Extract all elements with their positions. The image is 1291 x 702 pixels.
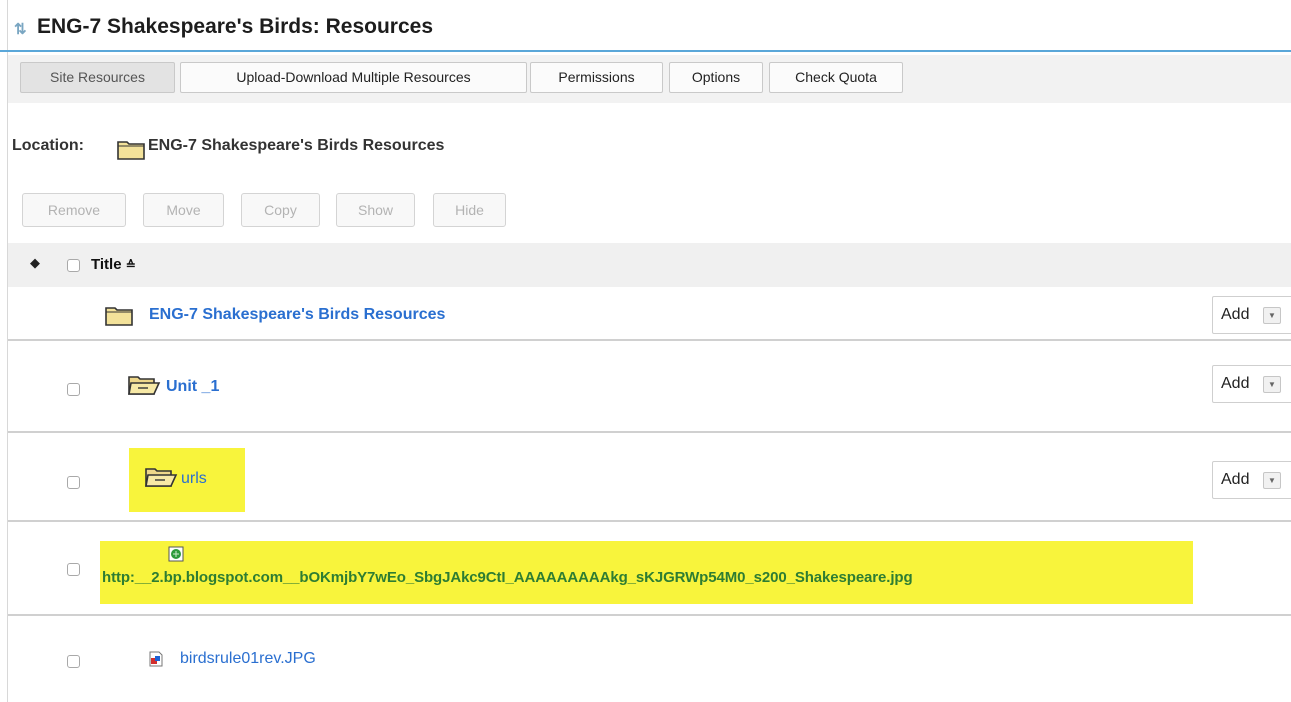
table-row: urls Add ▼: [8, 435, 1291, 522]
add-label: Add: [1221, 471, 1250, 488]
tab-site-resources[interactable]: Site Resources: [20, 62, 175, 93]
sort-toggle-icon[interactable]: ◆: [30, 255, 40, 271]
location-label: Location:: [12, 137, 84, 154]
url-link[interactable]: http:__2.bp.blogspot.com__bOKmjbY7wEo_Sb…: [102, 569, 913, 586]
row-checkbox[interactable]: [67, 563, 80, 576]
show-button[interactable]: Show: [336, 193, 415, 227]
table-row: ENG-7 Shakespeare's Birds Resources Add …: [8, 287, 1291, 341]
sync-arrows-icon[interactable]: ⇅: [14, 20, 27, 38]
table-row: http:__2.bp.blogspot.com__bOKmjbY7wEo_Sb…: [8, 524, 1291, 616]
open-folder-icon: [145, 468, 178, 487]
chevron-down-icon: ▼: [1263, 376, 1281, 393]
add-label: Add: [1221, 375, 1250, 392]
chevron-down-icon: ▼: [1263, 307, 1281, 324]
page-title: ENG-7 Shakespeare's Birds: Resources: [37, 15, 434, 38]
file-link[interactable]: birdsrule01rev.JPG: [180, 650, 316, 668]
location-path: ENG-7 Shakespeare's Birds Resources: [148, 137, 445, 154]
move-button[interactable]: Move: [143, 193, 224, 227]
sort-ascending-icon: ≙: [125, 258, 136, 272]
add-dropdown[interactable]: Add ▼: [1212, 296, 1291, 334]
add-dropdown[interactable]: Add ▼: [1212, 461, 1291, 499]
add-dropdown[interactable]: Add ▼: [1212, 365, 1291, 403]
location-breadcrumb: Location: ENG-7 Shakespeare's Birds Reso…: [12, 137, 444, 160]
add-label: Add: [1221, 306, 1250, 323]
title-column-header[interactable]: Title ≙: [91, 256, 136, 273]
table-row: birdsrule01rev.JPG: [8, 618, 1291, 702]
table-header: ◆ Title ≙: [8, 243, 1291, 287]
open-folder-icon: [128, 376, 161, 395]
tab-permissions[interactable]: Permissions: [530, 62, 663, 93]
tab-upload-download[interactable]: Upload-Download Multiple Resources: [180, 62, 527, 93]
row-checkbox[interactable]: [67, 476, 80, 489]
table-row: Unit _1 Add ▼: [8, 343, 1291, 433]
web-link-icon: [168, 546, 184, 562]
select-all-checkbox[interactable]: [67, 259, 80, 272]
copy-button[interactable]: Copy: [241, 193, 320, 227]
row-checkbox[interactable]: [67, 655, 80, 668]
folder-link[interactable]: ENG-7 Shakespeare's Birds Resources: [149, 306, 445, 324]
tab-check-quota[interactable]: Check Quota: [769, 62, 903, 93]
folder-link[interactable]: urls: [181, 470, 207, 488]
remove-button[interactable]: Remove: [22, 193, 126, 227]
tab-options[interactable]: Options: [669, 62, 763, 93]
hide-button[interactable]: Hide: [433, 193, 506, 227]
tab-bar: Site Resources Upload-Download Multiple …: [8, 55, 1291, 103]
row-checkbox[interactable]: [67, 383, 80, 396]
folder-icon: [117, 141, 145, 160]
folder-link[interactable]: Unit _1: [166, 378, 219, 396]
folder-icon: [105, 307, 133, 326]
page-header: ⇅ ENG-7 Shakespeare's Birds: Resources: [0, 0, 1291, 52]
image-file-icon: [149, 651, 163, 667]
chevron-down-icon: ▼: [1263, 472, 1281, 489]
